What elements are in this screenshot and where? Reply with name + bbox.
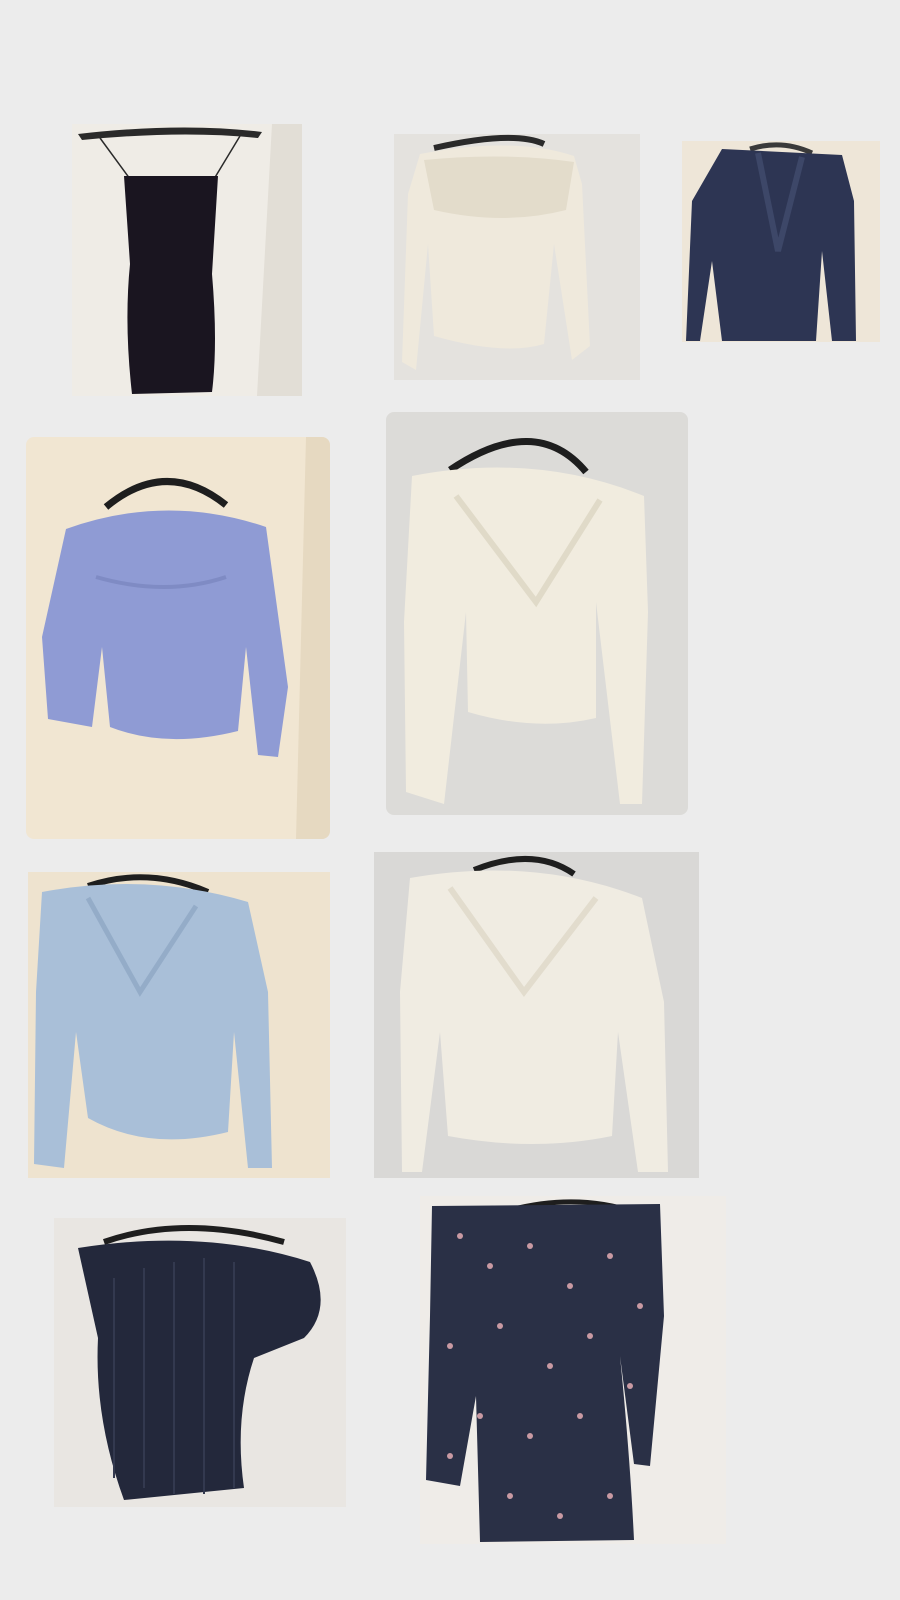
cream-lace-top-photo: [386, 412, 688, 815]
lavender-knit-sweater-photo: [26, 437, 330, 839]
navy-sequin-top-image: [54, 1218, 346, 1507]
black-slip-dress-image: [72, 124, 302, 396]
navy-blazer-photo: [682, 141, 880, 342]
navy-sequin-top-photo: [54, 1218, 346, 1507]
lavender-knit-sweater-image: [26, 437, 330, 839]
cream-lace-top-image: [386, 412, 688, 815]
floral-wrap-dress-image: [420, 1196, 726, 1544]
cream-knit-sweater-image: [394, 134, 640, 380]
floral-wrap-dress-photo: [420, 1196, 726, 1544]
light-blue-blouse-image: [28, 872, 330, 1178]
black-slip-dress-photo: [72, 124, 302, 396]
cream-knit-sweater-photo: [394, 134, 640, 380]
light-blue-blouse-photo: [28, 872, 330, 1178]
cream-ruffle-blouse-image: [374, 852, 699, 1178]
cream-ruffle-blouse-photo: [374, 852, 699, 1178]
navy-blazer-image: [682, 141, 880, 342]
